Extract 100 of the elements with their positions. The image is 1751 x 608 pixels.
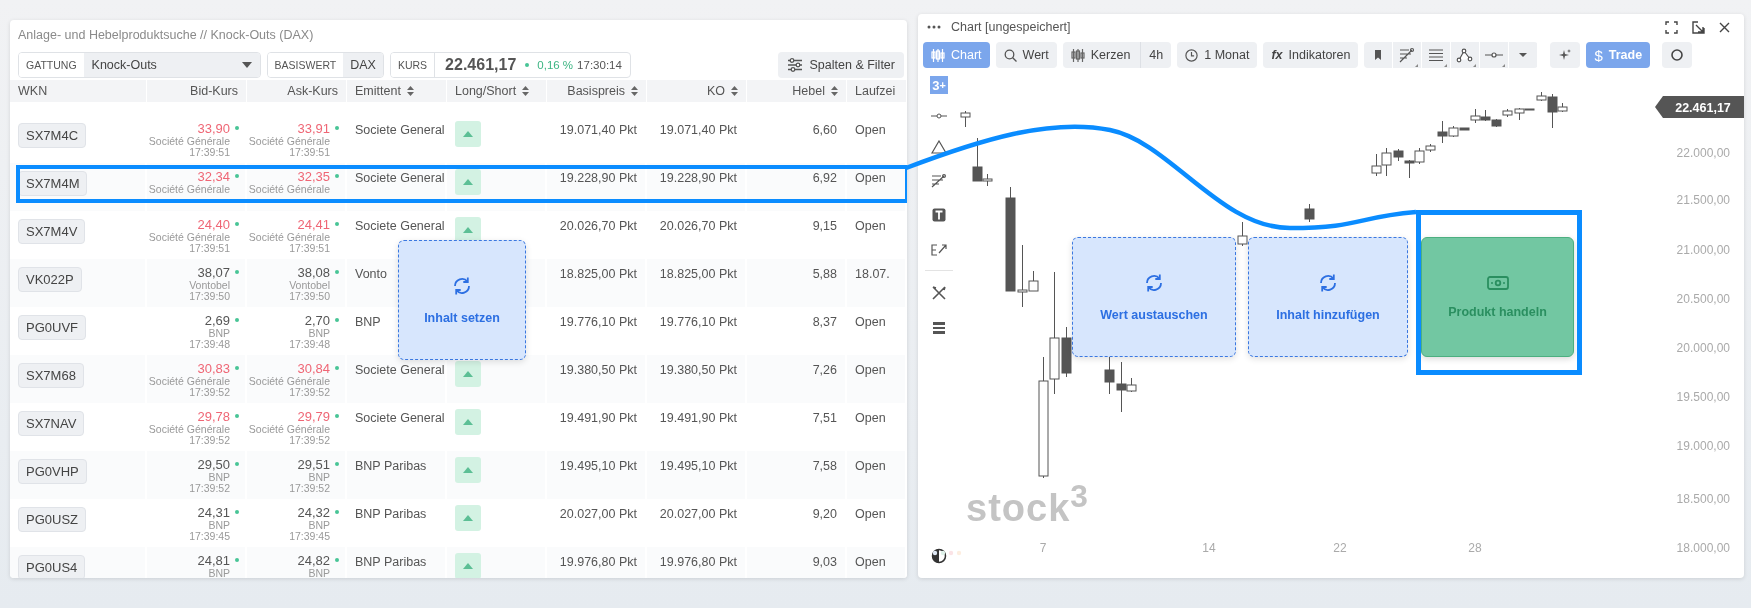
bid-price: 33,90 (197, 120, 230, 136)
ask-price: 30,84 (297, 360, 330, 376)
tools-icon[interactable] (931, 285, 947, 301)
table-cell: 20.026,70 Pkt (559, 218, 637, 233)
price-axis-label: 19.500,00 (1676, 390, 1730, 404)
quote-time: 17:39:50 (289, 290, 330, 302)
quote-time: 17:39:51 (289, 146, 330, 158)
wkn-chip[interactable]: SX7NAV (18, 410, 85, 436)
wkn-chip[interactable]: PG0VHP (18, 458, 87, 484)
drop-target-card[interactable]: Inhalt setzen (398, 240, 526, 360)
quote-source: Société Générale (248, 135, 330, 147)
bid-price: 24,40 (197, 216, 230, 232)
quote-time: 17:39:48 (289, 338, 330, 350)
clock-icon (1185, 48, 1199, 62)
table-cell: 9,03 (812, 554, 837, 569)
table-cell: Societe General (355, 170, 445, 185)
wkn-chip[interactable]: PG0US4 (18, 554, 86, 578)
wkn-chip[interactable]: VK022P (18, 266, 82, 292)
table-cell: Open (855, 314, 886, 329)
drop-target-card[interactable]: Wert austauschen (1072, 237, 1236, 357)
table-cell: 19.380,50 Pkt (559, 362, 637, 377)
toolbar-button[interactable]: Kerzen 4h (1062, 42, 1172, 68)
table-cell: 20.027,00 Pkt (659, 506, 737, 521)
table-cell: Vonto (355, 266, 387, 281)
wkn-chip[interactable]: SX7M4C (18, 122, 87, 148)
column-header[interactable]: Ask-Kurs (247, 79, 347, 102)
sort-icon[interactable] (631, 85, 638, 96)
sparkle-button[interactable] (1550, 42, 1581, 68)
wkn-chip[interactable]: SX7M4M (18, 170, 88, 196)
table-cell: Open (855, 218, 886, 233)
table-cell: 18.825,00 Pkt (659, 266, 737, 281)
table-cell: Open (855, 554, 886, 569)
column-header[interactable]: Emittent (347, 79, 447, 102)
sort-icon[interactable] (731, 85, 738, 96)
sort-icon[interactable] (406, 85, 414, 96)
refresh-icon (451, 275, 473, 297)
table-row[interactable]: SX7M4M 32,34 Société Générale 32,35 Société Générale Societe General 19.228,90 Pkt 19.228,90 Pkt 6,92 Open (10, 162, 907, 211)
table-row[interactable]: SX7M68 30,83 Société Générale 17:39:52 30,84 Société Générale 17:39:52 Societe General 19.380,50 Pkt 19.380,50 Pkt 7,26 Open (10, 354, 907, 403)
table-cell: 5,88 (812, 266, 837, 281)
candle (960, 110, 971, 128)
date-axis-label: 22 (1333, 541, 1347, 555)
columns-filter-button[interactable]: Spalten & Filter (777, 51, 904, 78)
column-header[interactable]: WKN (10, 79, 147, 102)
toolbar-button[interactable]: 1 Monat (1177, 42, 1258, 68)
table-cell: 19.776,10 Pkt (559, 314, 637, 329)
column-header[interactable]: Long/Short (447, 79, 547, 102)
popout-icon[interactable] (1692, 20, 1705, 34)
fullscreen-icon[interactable] (1665, 20, 1678, 34)
settings-button[interactable] (1662, 42, 1693, 68)
horizontal-line-icon[interactable] (930, 112, 948, 120)
table-cell: 7,26 (812, 362, 837, 377)
basiswert-field[interactable]: BASISWERT DAX (266, 51, 384, 78)
wkn-chip[interactable]: SX7M4V (18, 218, 86, 244)
wkn-chip[interactable]: PG0USZ (18, 506, 86, 532)
column-header[interactable]: Laufzei (847, 79, 907, 102)
quote-source: Vontobel (289, 279, 330, 291)
candles-icon (931, 48, 945, 62)
close-icon[interactable] (1719, 21, 1730, 33)
list-icon[interactable] (932, 321, 946, 335)
wkn-chip[interactable]: PG0UVF (18, 314, 86, 340)
bid-price: 2,69 (204, 312, 230, 328)
sort-icon[interactable] (522, 85, 530, 96)
drop-target-card[interactable]: Inhalt hinzufügen (1248, 237, 1408, 357)
table-row[interactable]: PG0VHP 29,50 BNP 17:39:52 29,51 BNP 17:39:52 BNP Paribas 19.495,10 Pkt 19.495,10 Pkt 7,58 Open (10, 450, 907, 499)
table-cell: Open (855, 362, 886, 377)
wkn-chip[interactable]: SX7M68 (18, 362, 84, 388)
column-header[interactable]: KO (647, 79, 747, 102)
quote-source: Société Générale (248, 375, 330, 387)
quote-source: Société Générale (148, 183, 230, 195)
quote-source: BNP (208, 471, 230, 483)
table-row[interactable]: PG0US4 24,81 BNP 24,82 BNP BNP Paribas 19.976,80 Pkt 19.976,80 Pkt 9,03 Open (10, 546, 907, 578)
table-cell: 6,92 (812, 170, 837, 185)
table-cell: 19.976,80 Pkt (659, 554, 737, 569)
sort-icon[interactable] (831, 85, 838, 96)
gattung-select[interactable]: GATTUNG Knock-Outs (18, 51, 261, 78)
price-tag: 22.461,17 (1655, 96, 1744, 118)
price-axis-label: 22.000,00 (1676, 146, 1730, 160)
banknote-icon (1486, 275, 1509, 291)
quote-time: 17:39:51 (189, 242, 230, 254)
page-dots-icon[interactable] (932, 550, 962, 556)
table-cell: Open (855, 458, 886, 473)
quote-time: 17:39:50 (189, 290, 230, 302)
label-arrow-icon[interactable] (931, 242, 947, 256)
fib-lines-icon[interactable] (931, 174, 947, 188)
more-icon[interactable] (927, 25, 941, 29)
column-header[interactable]: Bid-Kurs (147, 79, 247, 102)
column-header[interactable]: Hebel (747, 79, 847, 102)
quote-source: Société Générale (248, 423, 330, 435)
price-axis-label: 19.000,00 (1676, 439, 1730, 453)
column-header[interactable]: Basispreis (547, 79, 647, 102)
text-tool-icon[interactable] (932, 208, 946, 222)
table-cell: 19.228,90 Pkt (559, 170, 637, 185)
toolbar-button[interactable]: fx Indikatoren (1263, 42, 1359, 68)
triangle-icon[interactable] (931, 140, 947, 154)
table-cell: 19.071,40 Pkt (659, 122, 737, 137)
table-cell: Societe General (355, 362, 445, 377)
candle (1480, 109, 1491, 122)
ask-price: 24,82 (297, 552, 330, 568)
toolbar-button[interactable]: Wert (995, 42, 1057, 68)
ask-price: 38,08 (297, 264, 330, 280)
